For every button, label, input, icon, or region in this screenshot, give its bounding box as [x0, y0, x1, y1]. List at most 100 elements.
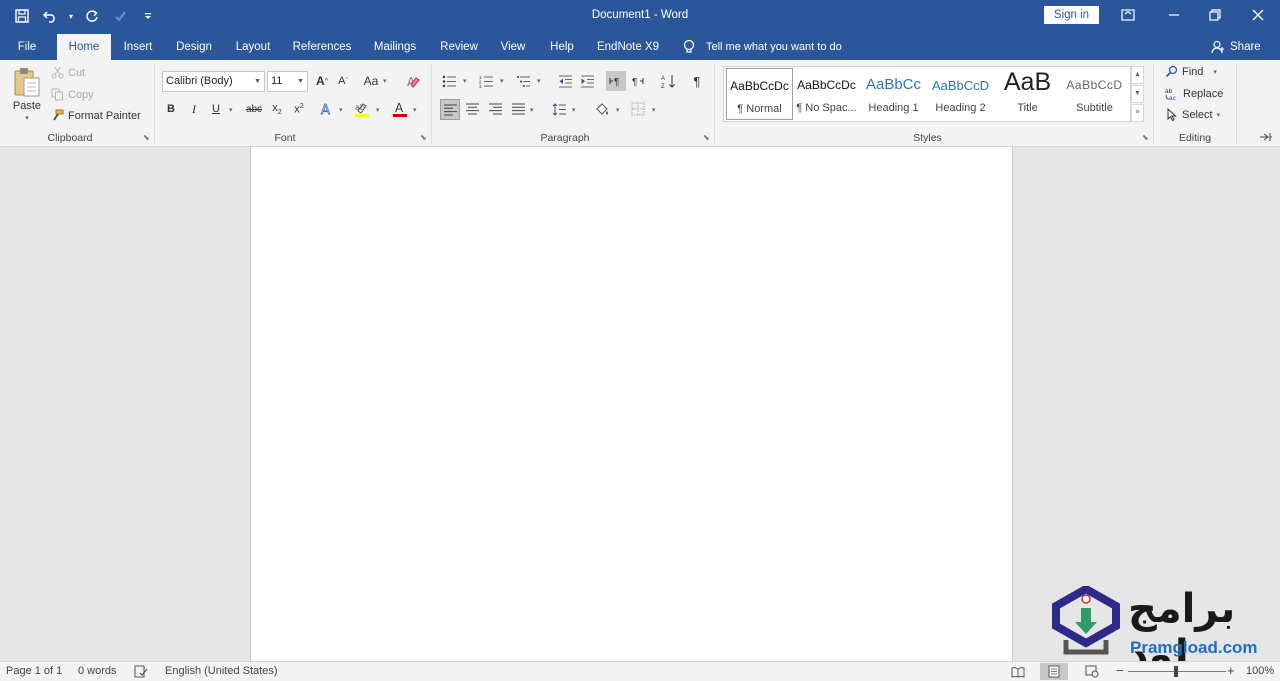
- select-dropdown-icon[interactable]: ▾: [1217, 111, 1221, 119]
- select-button[interactable]: Select ▾: [1165, 108, 1220, 121]
- tell-me-search[interactable]: Tell me what you want to do: [682, 34, 842, 60]
- bullets-dropdown-icon[interactable]: ▾: [463, 77, 467, 85]
- numbering-icon[interactable]: 123: [477, 71, 495, 91]
- align-left-icon[interactable]: [440, 99, 460, 120]
- tab-references[interactable]: References: [288, 34, 356, 60]
- close-icon[interactable]: [1235, 0, 1280, 30]
- font-size-combo[interactable]: 11 ▼: [267, 71, 308, 92]
- tab-file[interactable]: File: [8, 34, 46, 60]
- multilevel-list-icon[interactable]: [514, 71, 532, 91]
- restore-icon[interactable]: [1192, 0, 1238, 30]
- replace-button[interactable]: ab ac Replace: [1165, 87, 1223, 101]
- find-dropdown-icon[interactable]: ▾: [1213, 68, 1217, 76]
- redo-icon[interactable]: [80, 5, 104, 27]
- clear-formatting-icon[interactable]: A: [404, 71, 422, 91]
- shading-dropdown-icon[interactable]: ▾: [616, 106, 620, 114]
- align-center-icon[interactable]: [463, 99, 481, 119]
- paste-dropdown-icon[interactable]: ▾: [25, 114, 29, 122]
- strikethrough-icon[interactable]: abc: [244, 99, 264, 119]
- numbering-dropdown-icon[interactable]: ▾: [500, 77, 504, 85]
- zoom-in-button[interactable]: +: [1227, 663, 1235, 678]
- font-color-dropdown-icon[interactable]: ▾: [413, 106, 417, 114]
- styles-scroll-up-icon[interactable]: ▲: [1131, 66, 1144, 84]
- web-layout-icon[interactable]: [1078, 663, 1106, 680]
- font-launcher-icon[interactable]: ⬊: [420, 133, 427, 142]
- borders-dropdown-icon[interactable]: ▾: [652, 106, 656, 114]
- subscript-icon[interactable]: x2: [268, 99, 286, 119]
- sign-in-button[interactable]: Sign in: [1044, 6, 1099, 24]
- find-button[interactable]: Find ▾: [1165, 65, 1217, 78]
- collapse-ribbon-icon[interactable]: [1257, 127, 1275, 147]
- paste-button[interactable]: Paste ▾: [12, 66, 42, 122]
- style-title[interactable]: AaB Title: [994, 68, 1061, 120]
- style-heading-1[interactable]: AaBbCc Heading 1: [860, 68, 927, 120]
- zoom-out-button[interactable]: −: [1116, 663, 1124, 678]
- shrink-font-icon[interactable]: Aˇ: [334, 71, 352, 91]
- font-color-icon[interactable]: A: [391, 99, 409, 119]
- tab-review[interactable]: Review: [434, 34, 484, 60]
- minimize-icon[interactable]: [1151, 0, 1197, 30]
- read-mode-icon[interactable]: [1004, 663, 1032, 680]
- sort-icon[interactable]: AZ: [659, 71, 677, 91]
- save-icon[interactable]: [10, 5, 34, 27]
- tab-insert[interactable]: Insert: [117, 34, 159, 60]
- rtl-direction-icon[interactable]: ¶: [629, 71, 647, 91]
- justify-icon[interactable]: [509, 99, 527, 119]
- superscript-icon[interactable]: x2: [290, 99, 308, 119]
- clipboard-launcher-icon[interactable]: ⬊: [143, 133, 150, 142]
- font-name-combo[interactable]: Calibri (Body) ▼: [162, 71, 265, 92]
- style-normal[interactable]: AaBbCcDc ¶ Normal: [726, 68, 793, 120]
- shading-icon[interactable]: [593, 99, 611, 119]
- change-case-button[interactable]: Aa: [362, 71, 380, 91]
- align-right-icon[interactable]: [486, 99, 504, 119]
- style-subtitle[interactable]: AaBbCcD Subtitle: [1061, 68, 1128, 120]
- highlight-dropdown-icon[interactable]: ▾: [376, 106, 380, 114]
- highlight-icon[interactable]: ab: [353, 99, 371, 119]
- share-button[interactable]: Share: [1211, 34, 1261, 60]
- proofing-icon[interactable]: [134, 665, 148, 681]
- line-spacing-icon[interactable]: [550, 99, 568, 119]
- text-effects-dropdown-icon[interactable]: ▾: [339, 106, 343, 114]
- styles-more-icon[interactable]: ≡: [1131, 104, 1144, 122]
- style-heading-2[interactable]: AaBbCcD Heading 2: [927, 68, 994, 120]
- format-painter-button[interactable]: Format Painter: [51, 109, 141, 122]
- underline-dropdown-icon[interactable]: ▾: [229, 106, 233, 114]
- copy-button[interactable]: Copy: [51, 88, 94, 101]
- print-layout-icon[interactable]: [1040, 663, 1068, 680]
- page-count[interactable]: Page 1 of 1: [6, 665, 62, 677]
- multilevel-list-dropdown-icon[interactable]: ▾: [537, 77, 541, 85]
- tab-endnote[interactable]: EndNote X9: [592, 34, 664, 60]
- bullets-icon[interactable]: [440, 71, 458, 91]
- undo-icon[interactable]: [38, 5, 62, 27]
- zoom-slider-thumb[interactable]: [1174, 666, 1178, 677]
- tab-layout[interactable]: Layout: [229, 34, 277, 60]
- style-no-spacing[interactable]: AaBbCcDc ¶ No Spac...: [793, 68, 860, 120]
- text-effects-icon[interactable]: A: [318, 99, 336, 119]
- justify-dropdown-icon[interactable]: ▾: [530, 106, 534, 114]
- underline-icon[interactable]: U: [207, 99, 225, 119]
- ribbon-display-options-icon[interactable]: [1105, 0, 1151, 30]
- borders-icon[interactable]: [629, 99, 647, 119]
- undo-dropdown-icon[interactable]: ▾: [66, 5, 76, 27]
- decrease-indent-icon[interactable]: [556, 71, 574, 91]
- tab-view[interactable]: View: [495, 34, 531, 60]
- customize-qat-icon[interactable]: [136, 5, 160, 27]
- show-formatting-marks-icon[interactable]: ¶: [688, 71, 706, 91]
- tab-home[interactable]: Home: [57, 34, 111, 60]
- tab-design[interactable]: Design: [170, 34, 218, 60]
- paragraph-launcher-icon[interactable]: ⬊: [703, 133, 710, 142]
- change-case-dropdown-icon[interactable]: ▾: [383, 77, 387, 85]
- bold-icon[interactable]: B: [162, 99, 180, 119]
- touch-mode-icon[interactable]: [108, 5, 132, 27]
- grow-font-icon[interactable]: A ^: [313, 71, 331, 91]
- tab-help[interactable]: Help: [543, 34, 581, 60]
- styles-scroll-down-icon[interactable]: ▼: [1131, 85, 1144, 103]
- tab-mailings[interactable]: Mailings: [367, 34, 423, 60]
- zoom-level[interactable]: 100%: [1246, 665, 1274, 677]
- document-page[interactable]: [250, 147, 1013, 661]
- italic-icon[interactable]: I: [185, 99, 203, 119]
- ltr-direction-icon[interactable]: ¶: [606, 71, 626, 91]
- styles-launcher-icon[interactable]: ⬊: [1142, 133, 1149, 142]
- language-indicator[interactable]: English (United States): [165, 665, 278, 677]
- line-spacing-dropdown-icon[interactable]: ▾: [572, 106, 576, 114]
